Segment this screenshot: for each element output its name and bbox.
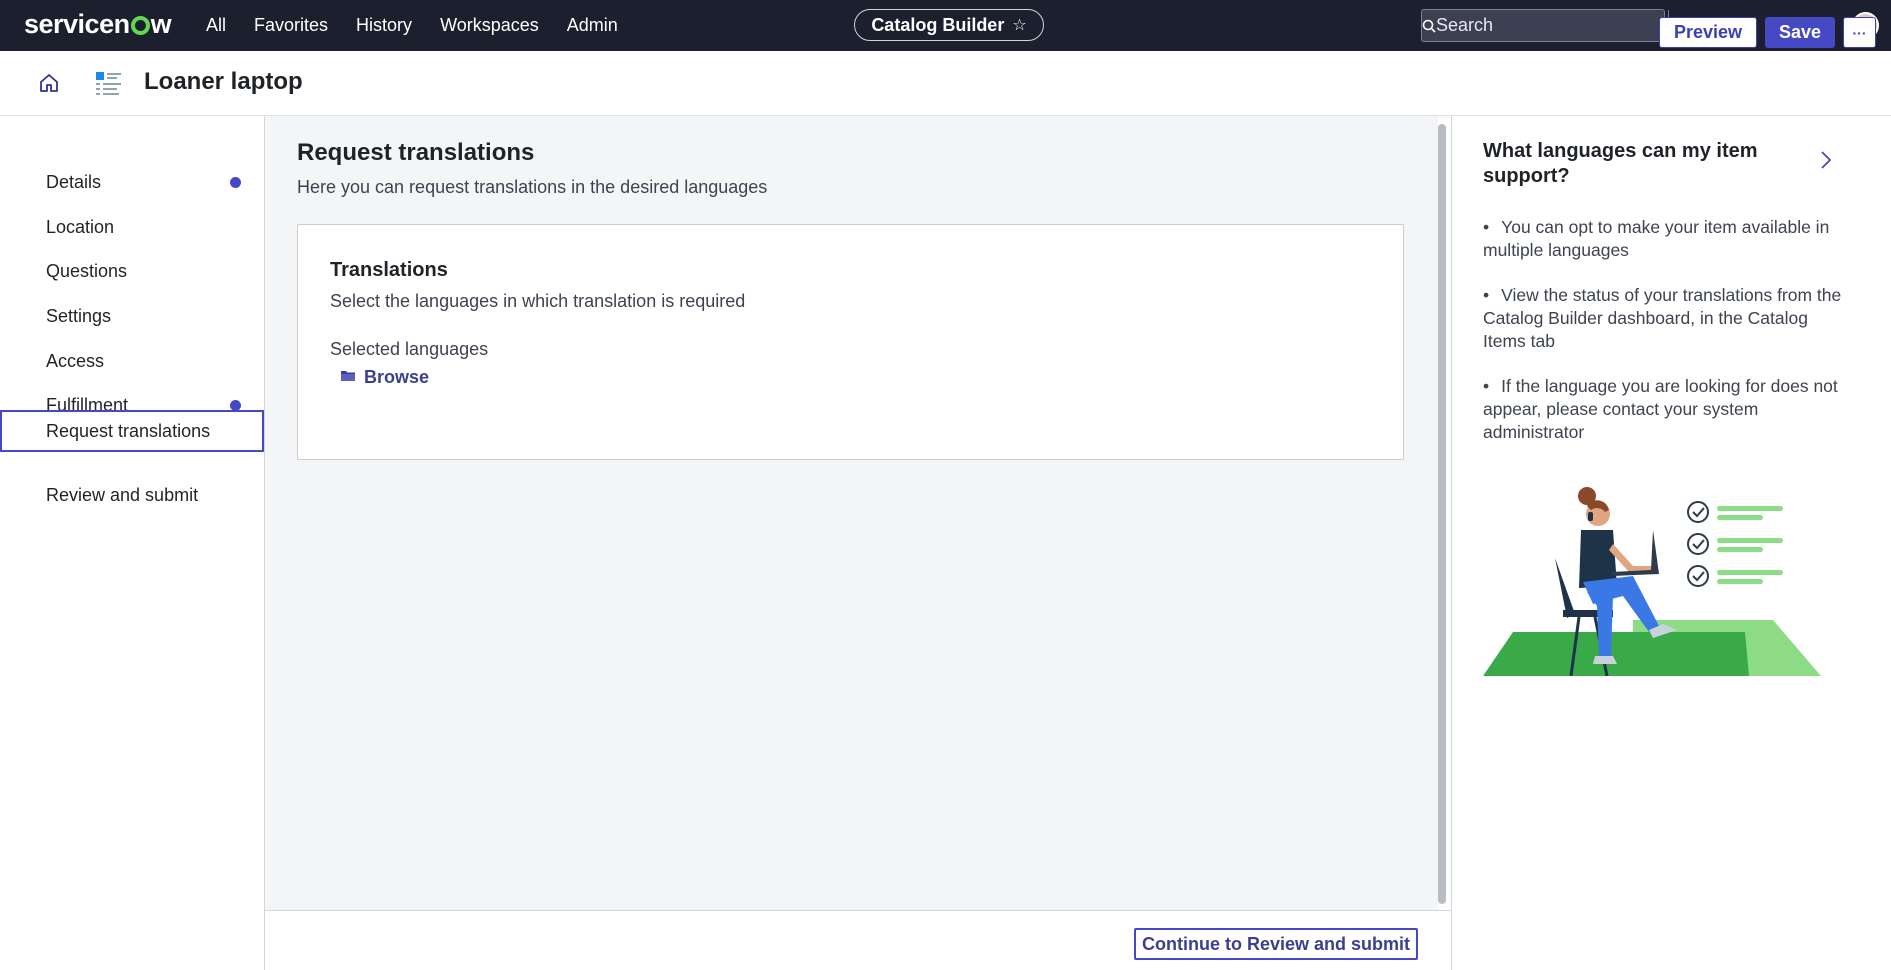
global-search [1421,9,1680,42]
save-button[interactable]: Save [1765,17,1835,48]
browse-label: Browse [364,367,430,387]
sidebar-item-review-and-submit[interactable]: Review and submit [0,474,264,516]
search-input[interactable] [1436,10,1668,41]
nav-history[interactable]: History [356,15,412,36]
help-bullet: View the status of your translations fro… [1483,284,1853,353]
sidebar-item-label: Questions [46,260,128,281]
sidebar-item-request-translations[interactable]: Request translations [0,410,264,452]
help-title: What languages can my item support? [1483,140,1758,187]
help-bullet: You can opt to make your item available … [1483,216,1853,262]
continue-to-review-button[interactable]: Continue to Review and submit [1134,928,1418,960]
app-title: Catalog Builder [871,14,1005,35]
chevron-right-icon[interactable] [1820,150,1832,175]
illustration-checklist [1687,501,1783,587]
search-icon [1422,19,1436,33]
main-nav: All Favorites History Workspaces Admin [192,0,632,51]
top-navigation-bar: servicen w All Favorites History Workspac… [0,0,1891,51]
sidebar-item-location[interactable]: Location [0,206,264,248]
catalog-item-icon [94,68,124,98]
scrollbar-track[interactable] [1425,116,1438,910]
sidebar-item-details[interactable]: Details [0,161,264,203]
selected-languages-label: Selected languages [330,339,489,359]
preview-button[interactable]: Preview [1659,17,1757,48]
star-icon[interactable]: ☆ [1012,15,1026,35]
browse-languages-button[interactable]: Browse [340,367,429,388]
folder-icon [340,369,356,387]
app-title-pill[interactable]: Catalog Builder ☆ [854,9,1044,41]
section-subtitle: Here you can request translations in the… [297,177,768,197]
nav-favorites[interactable]: Favorites [254,15,328,36]
nav-workspaces[interactable]: Workspaces [440,15,539,36]
illustration-mat-dark [1483,632,1749,676]
sidebar-item-label: Details [46,171,102,192]
sidebar-item-questions[interactable]: Questions [0,250,264,292]
help-bullet: If the language you are looking for does… [1483,375,1853,444]
sidebar-item-access[interactable]: Access [0,340,264,382]
step-sidebar: Details Location Questions Settings Acce… [0,116,265,970]
translation-illustration [1483,487,1821,677]
sidebar-item-label: Request translations [46,420,211,441]
section-title: Request translations [297,139,535,166]
help-bullets: You can opt to make your item available … [1483,216,1853,466]
more-actions-button[interactable]: ··· [1843,17,1876,48]
page-header: Loaner laptop [0,51,1891,116]
scrollbar-thumb[interactable] [1438,124,1446,904]
home-icon[interactable] [34,68,64,98]
sidebar-item-label: Settings [46,305,112,326]
nav-all[interactable]: All [206,15,226,36]
sidebar-item-settings[interactable]: Settings [0,295,264,337]
sidebar-item-label: Review and submit [46,484,199,505]
translations-card: Translations Select the languages in whi… [297,224,1404,460]
servicenow-logo[interactable]: servicen w [24,9,172,40]
card-title: Translations [330,259,448,281]
sidebar-item-label: Access [46,350,105,371]
incomplete-indicator [230,177,241,188]
nav-admin[interactable]: Admin [567,15,618,36]
page-title: Loaner laptop [144,68,303,95]
sidebar-item-label: Location [46,216,115,237]
card-subtitle: Select the languages in which translatio… [330,291,746,311]
